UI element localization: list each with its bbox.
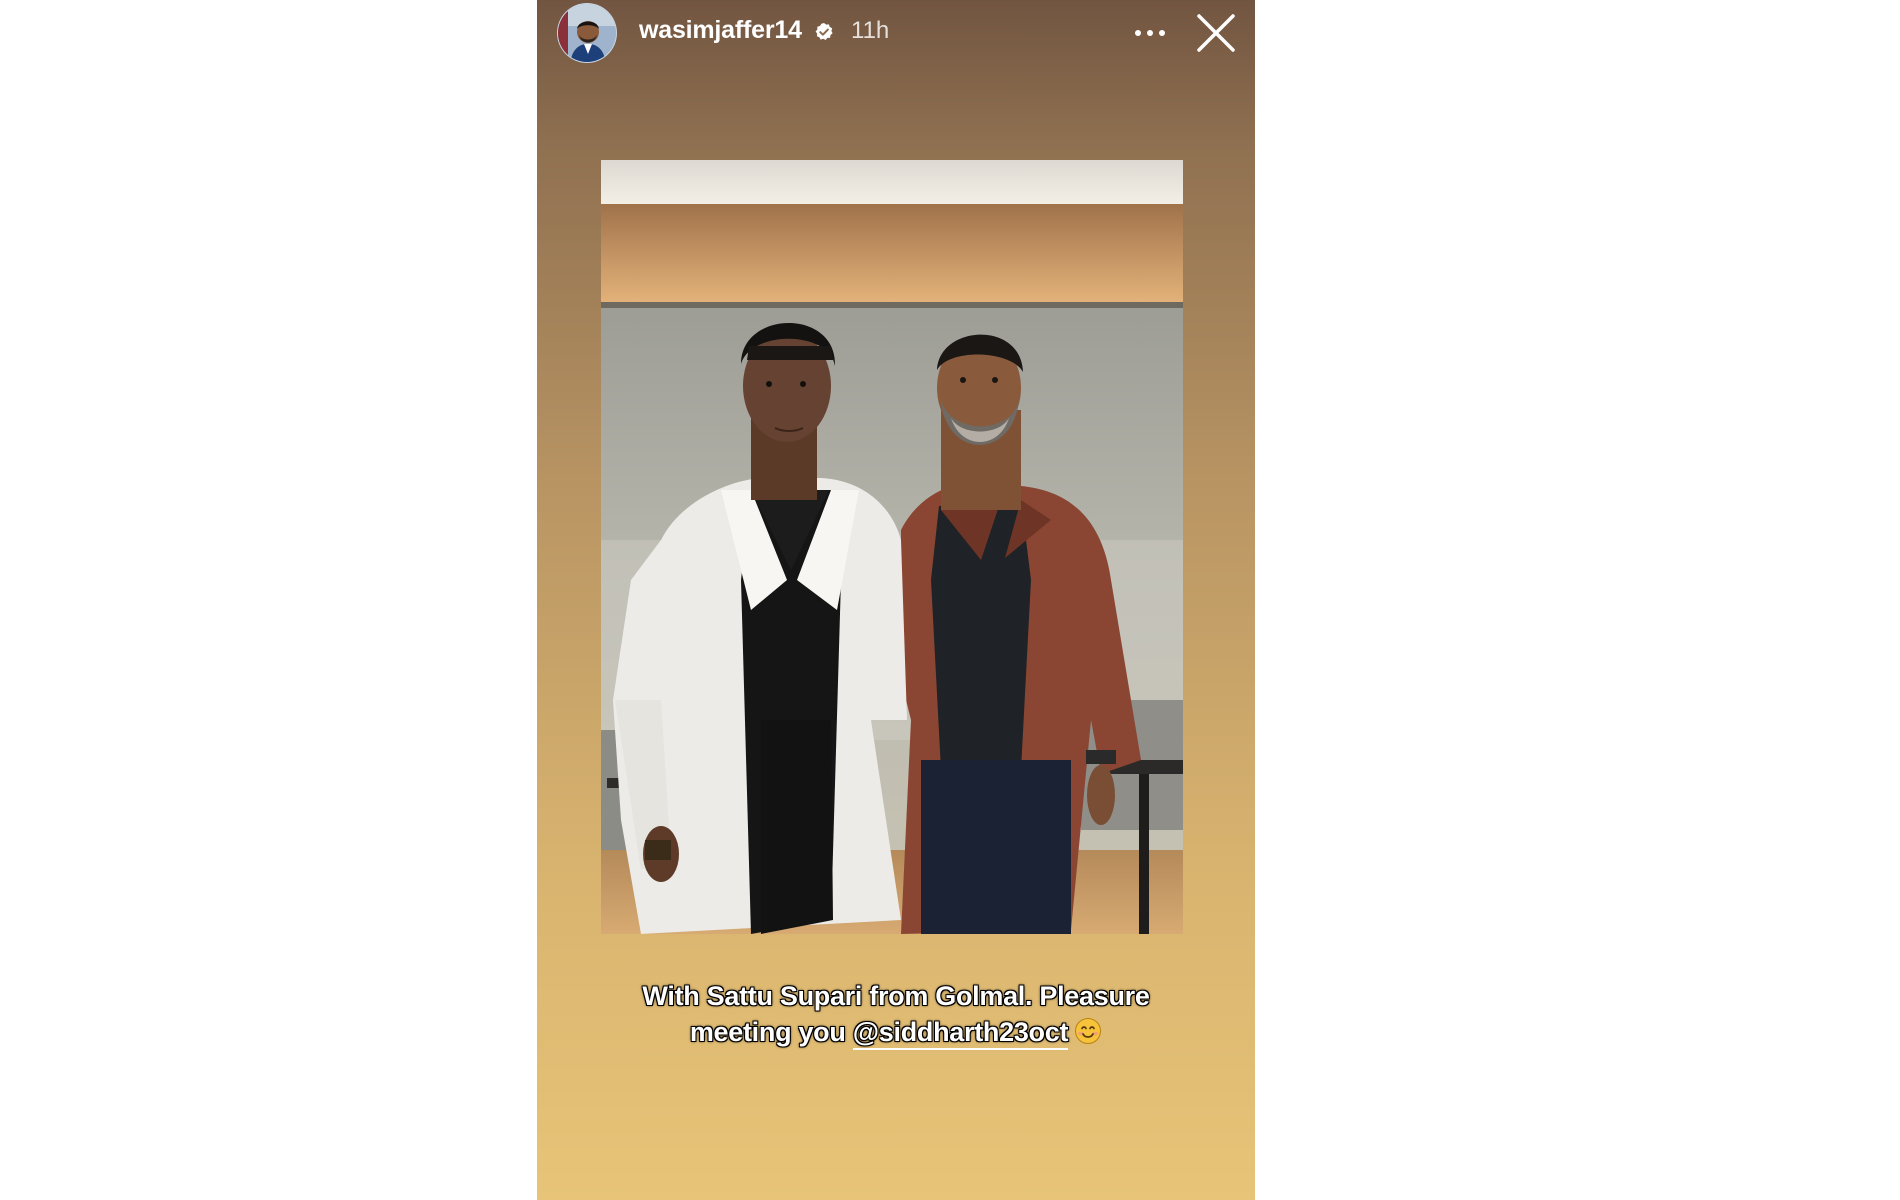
mention-link[interactable]: @siddharth23oct [852, 1017, 1068, 1050]
story-viewer[interactable]: wasimjaffer14 11h With Sattu Supari from… [537, 0, 1255, 1200]
smiling-face-emoji-icon [1074, 1017, 1102, 1045]
caption-line-1: With Sattu Supari from Golmal. Pleasure [642, 981, 1150, 1011]
story-header: wasimjaffer14 11h [537, 0, 1255, 66]
story-username[interactable]: wasimjaffer14 [639, 16, 802, 45]
caption-line-2: meeting you @siddharth23oct [577, 1014, 1215, 1050]
profile-avatar[interactable] [557, 3, 617, 63]
story-photo [601, 160, 1183, 934]
story-caption: With Sattu Supari from Golmal. Pleasure … [577, 978, 1215, 1050]
more-options-icon[interactable] [1127, 16, 1173, 48]
close-icon[interactable] [1195, 12, 1237, 54]
caption-line-2-prefix: meeting you [689, 1017, 853, 1047]
verified-badge-icon [814, 22, 834, 42]
story-timestamp: 11h [851, 17, 890, 44]
